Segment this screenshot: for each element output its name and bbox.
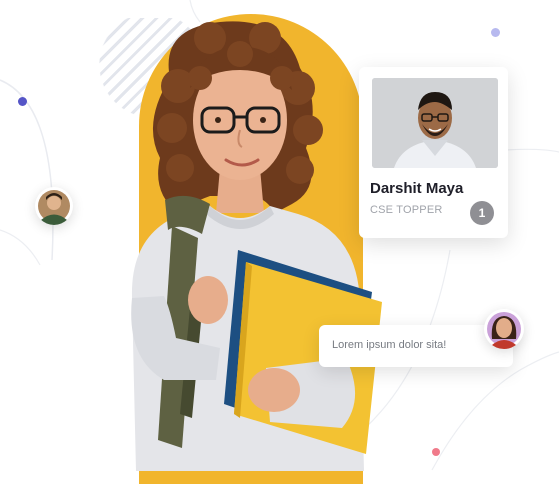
person-photo-icon — [372, 78, 498, 168]
topper-role: CSE TOPPER — [370, 204, 443, 216]
blue-dot — [18, 97, 27, 106]
person-avatar-icon — [38, 190, 70, 225]
chat-message-text: Lorem ipsum dolor sita! — [332, 339, 447, 351]
topper-name: Darshit Maya — [370, 180, 464, 197]
student-avatar-bubble — [484, 309, 524, 349]
topper-profile-card: Darshit Maya CSE TOPPER 1 — [359, 67, 508, 238]
hero-illustration: Darshit Maya CSE TOPPER 1 Lorem ipsum do… — [0, 0, 559, 484]
topper-photo — [372, 78, 498, 168]
student-photo — [131, 21, 382, 471]
rank-badge: 1 — [470, 201, 494, 225]
student-avatar-left — [35, 187, 73, 225]
pink-dot — [432, 448, 440, 456]
person-avatar-icon — [487, 312, 521, 349]
lavender-dot — [491, 28, 500, 37]
